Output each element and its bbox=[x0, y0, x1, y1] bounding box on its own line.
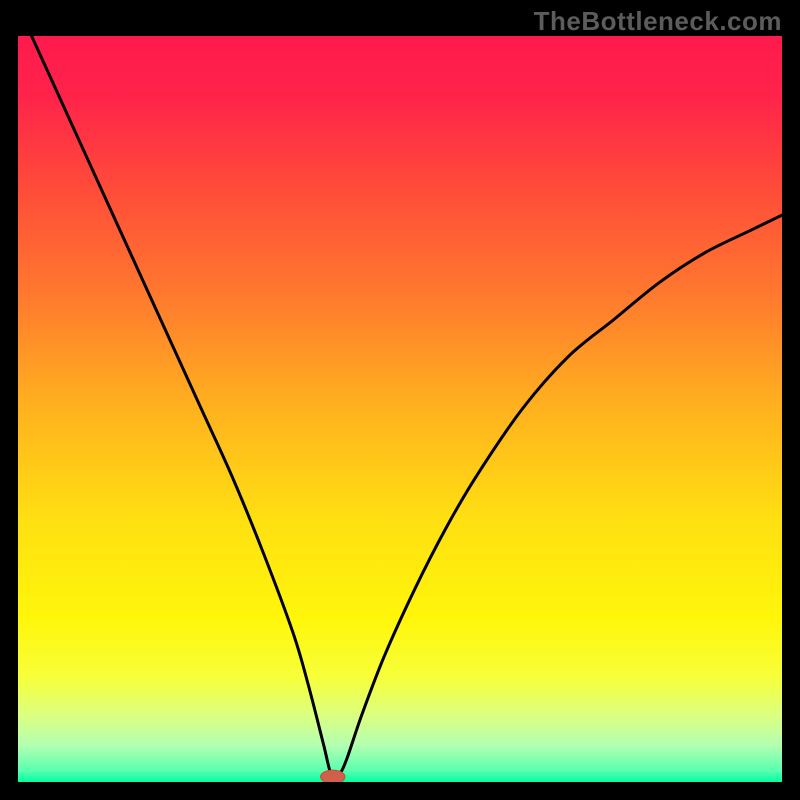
chart-frame: TheBottleneck.com bbox=[0, 0, 800, 800]
minimum-marker bbox=[321, 770, 345, 782]
plot-area bbox=[18, 36, 782, 782]
chart-svg bbox=[18, 36, 782, 782]
watermark-text: TheBottleneck.com bbox=[534, 6, 782, 37]
gradient-background bbox=[18, 36, 782, 782]
